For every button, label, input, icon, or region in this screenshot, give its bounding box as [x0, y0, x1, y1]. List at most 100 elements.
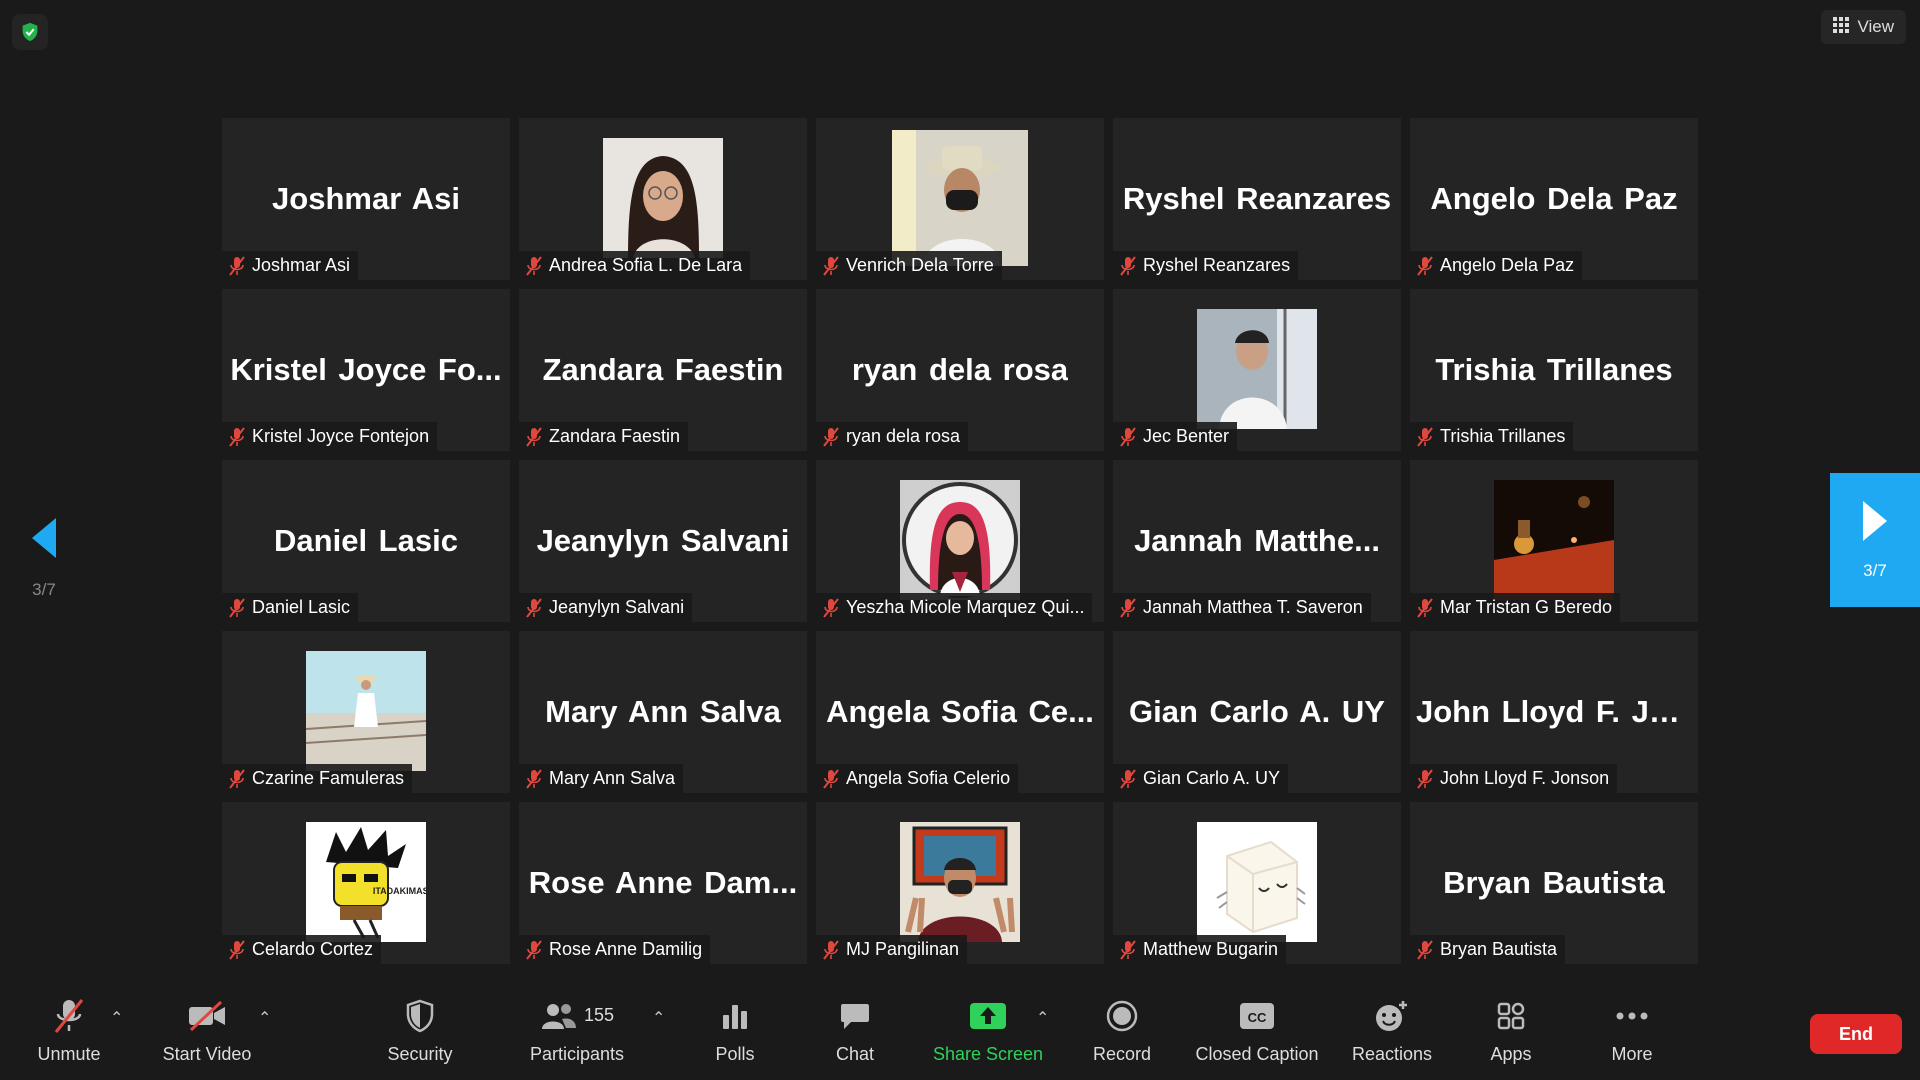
- security-button[interactable]: Security: [378, 986, 462, 1074]
- participant-tile[interactable]: Zandara Faestin Zandara Faestin: [519, 289, 807, 451]
- end-meeting-button[interactable]: End: [1810, 1014, 1902, 1054]
- apps-icon: [1496, 996, 1526, 1036]
- participant-name-tag: Trishia Trillanes: [1410, 422, 1574, 451]
- audio-options-caret-icon[interactable]: ⌃: [110, 1008, 123, 1028]
- participant-tile[interactable]: Kristel Joyce Fo... Kristel Joyce Fontejo…: [222, 289, 510, 451]
- participant-tile[interactable]: Gian Carlo A. UY Gian Carlo A. UY: [1113, 631, 1401, 793]
- record-icon: [1106, 996, 1138, 1036]
- participant-tile[interactable]: Bryan Bautista Bryan Bautista: [1410, 802, 1698, 964]
- participant-name: Bryan Bautista: [1440, 939, 1558, 959]
- muted-microphone-icon: [1119, 597, 1137, 618]
- participant-tile[interactable]: Ryshel Reanzares Ryshel Reanzares: [1113, 118, 1401, 280]
- gallery-grid: Joshmar Asi Joshmar Asi Andrea Sofia L. De…: [222, 118, 1698, 964]
- participant-tile[interactable]: Trishia Trillanes Trishia Trillanes: [1410, 289, 1698, 451]
- participant-tile[interactable]: Czarine Famuleras: [222, 631, 510, 793]
- reactions-button[interactable]: Reactions: [1348, 986, 1436, 1074]
- next-page-button[interactable]: 3/7: [1830, 473, 1920, 607]
- participant-tile[interactable]: John Lloyd F. Jo... John Lloyd F. Jonson: [1410, 631, 1698, 793]
- participant-tile[interactable]: Venrich Dela Torre: [816, 118, 1104, 280]
- participant-tile[interactable]: Yeszha Micole Marquez Qui...: [816, 460, 1104, 622]
- unmute-button[interactable]: Unmute: [24, 986, 114, 1074]
- participant-display-name-text: Trishia Trillanes: [1435, 352, 1673, 387]
- participant-video-tofu: [1197, 822, 1317, 942]
- participant-name-tag: Venrich Dela Torre: [816, 251, 1002, 280]
- more-button[interactable]: More: [1600, 986, 1664, 1074]
- participant-tile[interactable]: ITADAKIMASU Celardo Cortez: [222, 802, 510, 964]
- participant-tile[interactable]: Angelo Dela Paz Angelo Dela Paz: [1410, 118, 1698, 280]
- participant-tile[interactable]: Jec Benter: [1113, 289, 1401, 451]
- participant-name-tag: Daniel Lasic: [222, 593, 359, 622]
- muted-microphone-icon: [1416, 597, 1434, 618]
- muted-microphone-icon: [525, 597, 543, 618]
- previous-page-button[interactable]: 3/7: [24, 516, 64, 606]
- participant-name-tag: Zandara Faestin: [519, 422, 689, 451]
- muted-microphone-icon: [228, 426, 246, 447]
- video-muted-icon: [187, 996, 227, 1036]
- participant-name: Kristel Joyce Fontejon: [252, 426, 430, 446]
- participant-tile[interactable]: Jeanylyn Salvani Jeanylyn Salvani: [519, 460, 807, 622]
- polls-button[interactable]: Polls: [700, 986, 770, 1074]
- participant-name: Rose Anne Damilig: [549, 939, 703, 959]
- start-video-button[interactable]: Start Video: [154, 986, 260, 1074]
- participant-name-tag: Jeanylyn Salvani: [519, 593, 693, 622]
- share-options-caret-icon[interactable]: ⌃: [1036, 1008, 1049, 1028]
- muted-microphone-icon: [228, 768, 246, 789]
- apps-button[interactable]: Apps: [1478, 986, 1544, 1074]
- record-button[interactable]: Record: [1082, 986, 1162, 1074]
- share-screen-arrow-icon: [969, 996, 1007, 1036]
- muted-microphone-icon: [1119, 768, 1137, 789]
- participant-name-tag: Yeszha Micole Marquez Qui...: [816, 593, 1093, 622]
- muted-microphone-icon: [822, 426, 840, 447]
- muted-microphone-icon: [1416, 939, 1434, 960]
- svg-text:CC: CC: [1248, 1010, 1267, 1025]
- participant-tile[interactable]: Mary Ann Salva Mary Ann Salva: [519, 631, 807, 793]
- participants-button[interactable]: 155 Participants: [526, 986, 628, 1074]
- participants-options-caret-icon[interactable]: ⌃: [652, 1008, 665, 1028]
- participant-tile[interactable]: Angela Sofia Ce... Angela Sofia Celerio: [816, 631, 1104, 793]
- security-label: Security: [387, 1043, 453, 1064]
- participant-name: Czarine Famuleras: [252, 768, 405, 788]
- participant-tile[interactable]: Mar Tristan G Beredo: [1410, 460, 1698, 622]
- encryption-shield-icon[interactable]: [12, 14, 48, 50]
- closed-caption-icon: CC: [1238, 996, 1276, 1036]
- chat-button[interactable]: Chat: [820, 986, 890, 1074]
- participant-display-name-text: Angela Sofia Ce...: [826, 694, 1094, 729]
- participant-name: Matthew Bugarin: [1143, 939, 1279, 959]
- participant-name-tag: Gian Carlo A. UY: [1113, 764, 1289, 793]
- closed-caption-button[interactable]: CC Closed Caption: [1190, 986, 1324, 1074]
- participant-tile[interactable]: Joshmar Asi Joshmar Asi: [222, 118, 510, 280]
- participant-name-tag: Kristel Joyce Fontejon: [222, 422, 438, 451]
- video-options-caret-icon[interactable]: ⌃: [258, 1008, 271, 1028]
- microphone-muted-icon: [52, 996, 86, 1036]
- chevron-left-icon: [32, 518, 56, 558]
- participant-name-tag: Angelo Dela Paz: [1410, 251, 1583, 280]
- page-indicator-left: 3/7: [32, 580, 56, 599]
- muted-microphone-icon: [1416, 255, 1434, 276]
- participant-tile[interactable]: Jannah Matthe... Jannah Matthea T. Savero…: [1113, 460, 1401, 622]
- participant-tile[interactable]: MJ Pangilinan: [816, 802, 1104, 964]
- participant-name: Ryshel Reanzares: [1143, 255, 1291, 275]
- muted-microphone-icon: [1119, 939, 1137, 960]
- participant-display-name-text: Daniel Lasic: [274, 523, 458, 558]
- chat-label: Chat: [835, 1043, 875, 1064]
- participant-tile[interactable]: ryan dela rosa ryan dela rosa: [816, 289, 1104, 451]
- participant-name-tag: Joshmar Asi: [222, 251, 359, 280]
- participant-tile[interactable]: Andrea Sofia L. De Lara: [519, 118, 807, 280]
- more-dots-icon: [1615, 996, 1649, 1036]
- participant-tile[interactable]: Rose Anne Dam... Rose Anne Damilig: [519, 802, 807, 964]
- participant-name-tag: Jannah Matthea T. Saveron: [1113, 593, 1371, 622]
- participant-display-name-text: Angelo Dela Paz: [1430, 181, 1678, 216]
- participant-tile[interactable]: Matthew Bugarin: [1113, 802, 1401, 964]
- participants-label: Participants: [529, 1043, 625, 1064]
- participant-name-tag: ryan dela rosa: [816, 422, 969, 451]
- muted-microphone-icon: [525, 939, 543, 960]
- muted-microphone-icon: [1416, 426, 1434, 447]
- participant-name: Daniel Lasic: [252, 597, 351, 617]
- more-label: More: [1611, 1043, 1653, 1064]
- share-screen-button[interactable]: Share Screen: [928, 986, 1048, 1074]
- muted-microphone-icon: [822, 597, 840, 618]
- participant-name: Jannah Matthea T. Saveron: [1143, 597, 1363, 617]
- participant-tile[interactable]: Daniel Lasic Daniel Lasic: [222, 460, 510, 622]
- view-button[interactable]: View: [1821, 10, 1906, 44]
- participant-name: John Lloyd F. Jonson: [1440, 768, 1610, 788]
